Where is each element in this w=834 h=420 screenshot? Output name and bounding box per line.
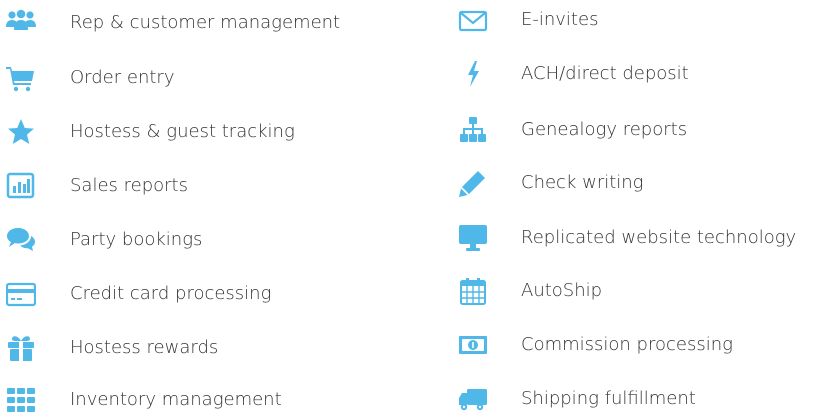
- feature-item: Sales reports: [6, 166, 406, 206]
- calendar-icon: [458, 276, 488, 306]
- feature-label: ACH/direct deposit: [521, 63, 689, 84]
- feature-label: Order entry: [70, 67, 175, 88]
- envelope-icon: [458, 5, 488, 35]
- users-icon: [6, 8, 36, 38]
- feature-label: Shipping fulfillment: [521, 388, 696, 409]
- feature-item: Inventory management: [6, 380, 406, 420]
- credit-card-icon: [6, 279, 36, 309]
- feature-item: Genealogy reports: [458, 110, 834, 150]
- feature-item: Check writing: [458, 163, 834, 203]
- grid-icon: [6, 385, 36, 415]
- feature-item: E-invites: [458, 0, 834, 40]
- feature-label: Party bookings: [70, 229, 203, 250]
- feature-item: Credit card processing: [6, 274, 406, 314]
- truck-icon: [458, 384, 488, 414]
- chat-bubbles-icon: [6, 225, 36, 255]
- feature-label: Replicated website technology: [521, 227, 797, 248]
- feature-item: Hostess & guest tracking: [6, 112, 406, 152]
- feature-item: AutoShip: [458, 271, 834, 311]
- feature-label: Credit card processing: [70, 283, 272, 304]
- feature-label: AutoShip: [521, 280, 603, 301]
- feature-item: Replicated website technology: [458, 218, 834, 258]
- feature-list: Rep & customer management Order entry Ho…: [0, 0, 834, 414]
- feature-label: Genealogy reports: [521, 119, 688, 140]
- feature-label: E-invites: [521, 9, 599, 30]
- feature-item: Shipping fulfillment: [458, 379, 834, 419]
- pencil-icon: [458, 168, 488, 198]
- bar-chart-icon: [6, 171, 36, 201]
- feature-label: Commission processing: [521, 334, 733, 355]
- monitor-icon: [458, 223, 488, 253]
- feature-item: Party bookings: [6, 220, 406, 260]
- feature-label: Sales reports: [70, 175, 188, 196]
- shopping-cart-icon: [6, 63, 36, 93]
- feature-item: Hostess rewards: [6, 328, 406, 368]
- feature-label: Rep & customer management: [70, 12, 341, 33]
- gift-icon: [6, 333, 36, 363]
- money-icon: [458, 330, 488, 360]
- lightning-icon: [458, 59, 488, 89]
- feature-label: Hostess rewards: [70, 337, 219, 358]
- feature-item: Commission processing: [458, 325, 834, 365]
- feature-label: Inventory management: [70, 389, 282, 410]
- feature-label: Hostess & guest tracking: [70, 121, 295, 142]
- feature-item: ACH/direct deposit: [458, 54, 834, 94]
- star-icon: [6, 117, 36, 147]
- feature-item: Order entry: [6, 58, 406, 98]
- feature-item: Rep & customer management: [6, 3, 406, 43]
- sitemap-icon: [458, 115, 488, 145]
- feature-label: Check writing: [521, 172, 644, 193]
